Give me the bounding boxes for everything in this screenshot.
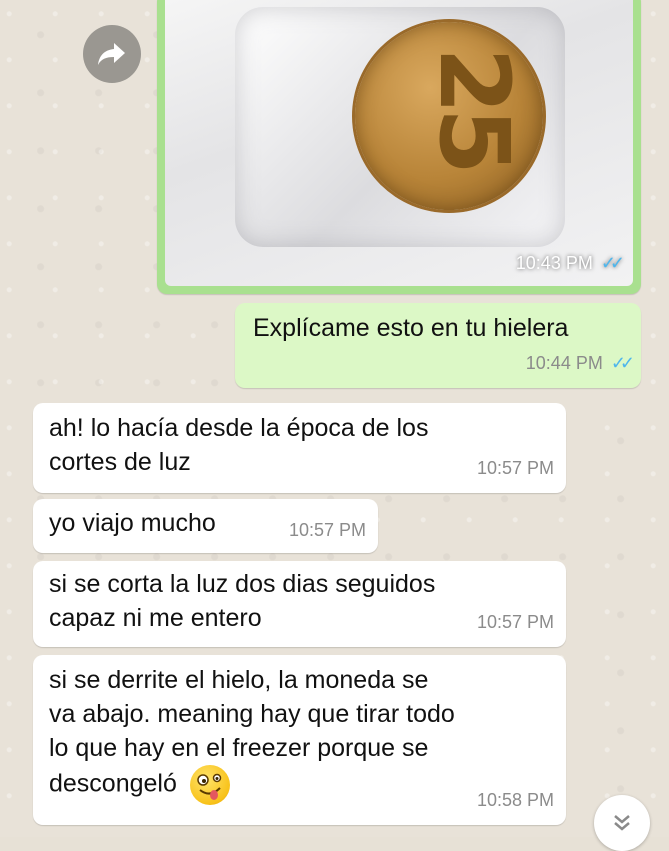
message-line: lo que hay en el freezer porque se [49,734,429,762]
message-meta: 10:44 PM ✓✓ [525,346,635,380]
image-message[interactable]: 25 10:43 PM ✓✓ [157,0,641,294]
message-meta: 10:43 PM ✓✓ [515,253,625,274]
incoming-message[interactable]: si se corta la luz dos dias seguidos cap… [33,561,566,647]
message-text: yo viajo mucho [49,509,216,537]
message-time: 10:57 PM [288,520,366,540]
message-meta: 10:57 PM [477,451,554,485]
message-text: Explícame esto en tu hielera [253,314,569,342]
message-meta: 10:57 PM [477,605,554,639]
forward-icon [98,43,125,65]
message-line: descongeló [49,765,455,805]
message-time: 10:58 PM [476,790,554,810]
message-text: ah! lo hacía desde la época de los corte… [49,411,428,479]
coin-image: 25 [355,22,543,210]
message-line: capaz ni me entero [49,604,262,632]
read-receipt-icon: ✓✓ [610,353,635,373]
message-text: si se derrite el hielo, la moneda se va … [49,663,455,805]
message-time: 10:57 PM [476,612,554,632]
read-receipt-icon: ✓✓ [600,253,625,273]
forward-button[interactable] [83,25,141,83]
incoming-message[interactable]: yo viajo mucho 10:57 PM [33,499,378,553]
message-line: va abajo. meaning hay que tirar todo [49,700,455,728]
outgoing-message[interactable]: Explícame esto en tu hielera 10:44 PM ✓✓ [235,303,641,388]
message-time: 10:57 PM [476,458,554,478]
message-line: si se derrite el hielo, la moneda se [49,666,429,694]
chevron-double-down-icon [614,815,630,831]
message-time: 10:44 PM [525,353,603,373]
message-meta: 10:57 PM [289,513,366,547]
message-meta: 10:58 PM [477,783,554,817]
message-line-text: descongeló [49,769,177,798]
message-time: 10:43 PM [515,253,593,273]
message-line: ah! lo hacía desde la época de los [49,414,429,442]
zany-face-emoji [189,765,230,805]
incoming-message[interactable]: ah! lo hacía desde la época de los corte… [33,403,566,493]
message-text: si se corta la luz dos dias seguidos cap… [49,567,435,635]
message-line: cortes de luz [49,448,191,476]
coin-photo[interactable]: 25 10:43 PM ✓✓ [165,0,633,286]
scroll-to-bottom-button[interactable] [594,795,650,851]
message-line: si se corta la luz dos dias seguidos [49,570,436,598]
incoming-message[interactable]: si se derrite el hielo, la moneda se va … [33,655,566,825]
coin-label: 25 [417,47,530,169]
